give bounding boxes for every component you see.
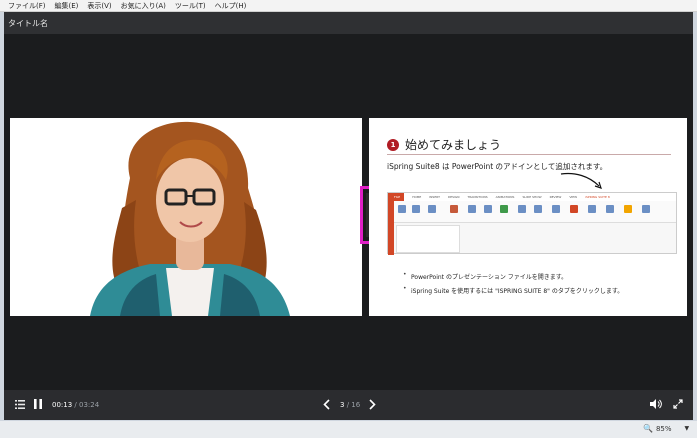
- chevron-down-icon[interactable]: ▼: [685, 425, 690, 432]
- list-icon[interactable]: [14, 398, 26, 410]
- browser-window: ファイル(F) 編集(E) 表示(V) お気に入り(A) ツール(T) ヘルプ(…: [0, 0, 697, 438]
- player: タイトル名 1 始めてみましょう iSpring Suite8 は PowerP…: [4, 12, 693, 420]
- ppt-tab-animations: ANIMATIONS: [495, 195, 515, 199]
- slide-counter: 3 / 16: [340, 401, 360, 409]
- chevron-left-icon[interactable]: [320, 398, 332, 410]
- menu-tools[interactable]: ツール(T): [175, 1, 206, 11]
- menu-view[interactable]: 表示(V): [87, 1, 111, 11]
- time-separator: /: [72, 401, 79, 409]
- curved-arrow-icon: [560, 172, 602, 189]
- time-current: 00:13: [52, 401, 73, 409]
- ppt-tab-review: REVIEW: [549, 195, 562, 199]
- player-controls: 00:13 / 03:24 3 / 16: [4, 390, 693, 420]
- pause-icon[interactable]: [32, 398, 44, 410]
- slide-bullets: PowerPoint のプレゼンテーション ファイルを開きます。 iSpring…: [403, 271, 623, 300]
- ppt-ribbon-tabs: FILE HOME INSERT DESIGN TRANSITIONS ANIM…: [388, 193, 676, 201]
- bullet-item: PowerPoint のプレゼンテーション ファイルを開きます。: [403, 271, 623, 281]
- status-bar: 🔍 85% ▼: [0, 421, 697, 438]
- powerpoint-screenshot: FILE HOME INSERT DESIGN TRANSITIONS ANIM…: [387, 192, 677, 255]
- menu-file[interactable]: ファイル(F): [8, 1, 46, 11]
- player-title-bar: タイトル名: [4, 12, 693, 34]
- bullet-item: iSpring Suite を使用するには "ISPRING SUITE 8" …: [403, 285, 623, 295]
- chevron-right-icon[interactable]: [366, 398, 378, 410]
- presenter-video: [10, 118, 362, 316]
- zoom-icon: 🔍: [643, 424, 653, 433]
- player-title: タイトル名: [8, 18, 48, 28]
- time-total: 03:24: [79, 401, 100, 409]
- ppt-tab-design: DESIGN: [447, 195, 460, 199]
- ppt-slide-thumbnail: [396, 225, 460, 253]
- zoom-control[interactable]: 🔍 85% ▼: [643, 424, 689, 433]
- slide-total: 16: [351, 401, 361, 409]
- menu-edit[interactable]: 編集(E): [55, 1, 79, 11]
- player-stage: 1 始めてみましょう iSpring Suite8 は PowerPoint の…: [4, 34, 693, 412]
- menu-favorites[interactable]: お気に入り(A): [121, 1, 166, 11]
- presenter-image: [10, 118, 362, 316]
- ppt-tab-ispring: iSPRING SUITE 8: [585, 195, 610, 199]
- fullscreen-icon[interactable]: [672, 398, 684, 410]
- slide-header: 1 始めてみましょう: [387, 136, 501, 153]
- ppt-tab-home: HOME: [412, 195, 422, 199]
- ppt-left-strip: [388, 193, 394, 255]
- slide-view: 1 始めてみましょう iSpring Suite8 は PowerPoint の…: [369, 118, 687, 316]
- zoom-level: 85%: [655, 424, 672, 433]
- slide-divider: [387, 154, 671, 155]
- menu-bar: ファイル(F) 編集(E) 表示(V) お気に入り(A) ツール(T) ヘルプ(…: [0, 0, 697, 12]
- slide-heading: 始めてみましょう: [405, 138, 502, 152]
- ppt-tab-transitions: TRANSITIONS: [467, 195, 488, 199]
- time-display: 00:13 / 03:24: [52, 401, 99, 409]
- volume-icon[interactable]: [650, 398, 662, 410]
- ppt-ribbon: [388, 201, 676, 223]
- ppt-tab-insert: INSERT: [429, 195, 440, 199]
- ppt-tab-view: VIEW: [569, 195, 578, 199]
- slide-number-badge: 1: [387, 138, 399, 151]
- menu-help[interactable]: ヘルプ(H): [215, 1, 247, 11]
- ppt-tab-slideshow: SLIDE SHOW: [522, 195, 542, 199]
